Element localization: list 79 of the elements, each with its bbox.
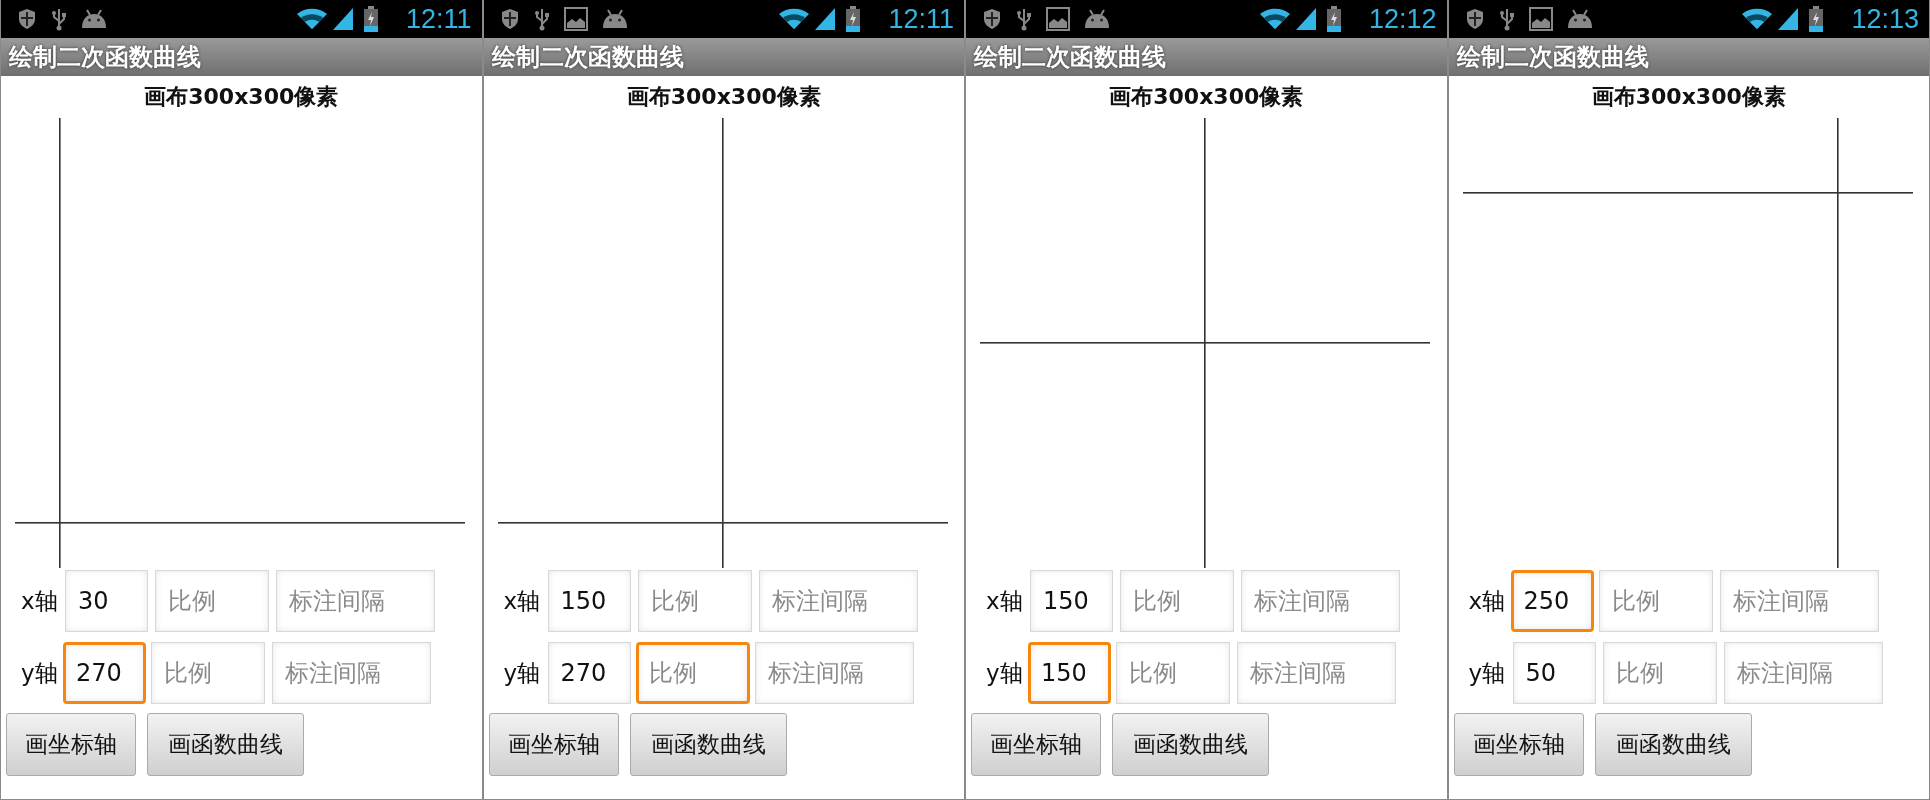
shield-icon — [982, 8, 1002, 30]
clock-time: 12:11 — [405, 3, 472, 35]
signal-icon — [814, 7, 837, 31]
android-icon — [81, 9, 107, 29]
android-icon — [1566, 9, 1593, 29]
input-field[interactable]: 标注间隔 — [1241, 570, 1400, 632]
input-field[interactable]: 50 — [1512, 642, 1596, 704]
usb-icon — [533, 7, 550, 31]
input-field[interactable]: 标注间隔 — [754, 642, 914, 704]
signal-icon — [1294, 7, 1317, 31]
clock-time: 12:11 — [888, 3, 954, 35]
axis-label: x轴 — [20, 586, 59, 616]
wifi-icon — [1258, 8, 1291, 30]
input-field[interactable]: 250 — [1510, 570, 1594, 632]
input-field[interactable]: 比例 — [151, 642, 265, 704]
wifi-icon — [778, 8, 811, 30]
draw-axes-button[interactable]: 画坐标轴 — [488, 713, 619, 776]
canvas-label: 画布300x300像素 — [1591, 83, 1786, 111]
input-field[interactable]: 比例 — [637, 570, 752, 632]
title-bar: 绘制二次函数曲线 — [483, 38, 964, 76]
shield-icon — [1464, 8, 1485, 30]
input-field[interactable]: 标注间隔 — [272, 642, 431, 704]
battery-icon — [846, 6, 861, 32]
usb-icon — [51, 7, 67, 31]
title-bar: 绘制二次函数曲线 — [966, 38, 1447, 76]
draw-curve-button[interactable]: 画函数曲线 — [147, 713, 304, 776]
input-field[interactable]: 标注间隔 — [1237, 642, 1396, 704]
signal-icon — [1777, 7, 1800, 31]
axis-label: y轴 — [20, 658, 59, 688]
input-field[interactable]: 比例 — [1116, 642, 1230, 704]
android-icon — [601, 9, 628, 29]
input-field[interactable]: 270 — [547, 642, 631, 704]
axis-label: x轴 — [502, 586, 542, 616]
wifi-icon — [1741, 8, 1774, 30]
input-field[interactable]: 比例 — [155, 570, 269, 632]
usb-icon — [1016, 7, 1032, 31]
input-field[interactable]: 标注间隔 — [276, 570, 435, 632]
battery-icon — [1326, 6, 1341, 32]
axis-label: y轴 — [985, 658, 1024, 688]
input-field[interactable]: 30 — [65, 570, 148, 632]
axis-label: y轴 — [1467, 658, 1507, 688]
canvas-label: 画布300x300像素 — [144, 83, 339, 111]
android-icon — [1084, 9, 1110, 29]
canvas-label: 画布300x300像素 — [626, 83, 821, 111]
input-field[interactable]: 比例 — [635, 642, 750, 704]
battery-icon — [363, 6, 378, 32]
axis-label: y轴 — [502, 658, 542, 688]
clock-time: 12:13 — [1851, 3, 1919, 35]
picture-icon — [1528, 7, 1553, 31]
input-field[interactable]: 标注间隔 — [758, 570, 918, 632]
input-field[interactable]: 150 — [547, 570, 631, 632]
usb-icon — [1498, 7, 1515, 31]
input-field[interactable]: 150 — [1028, 642, 1111, 704]
axis-label: x轴 — [985, 586, 1024, 616]
input-field[interactable]: 标注间隔 — [1719, 570, 1879, 632]
input-field[interactable]: 270 — [63, 642, 146, 704]
draw-curve-button[interactable]: 画函数曲线 — [1112, 713, 1269, 776]
draw-curve-button[interactable]: 画函数曲线 — [629, 713, 787, 776]
shield-icon — [499, 8, 520, 30]
draw-axes-button[interactable]: 画坐标轴 — [6, 713, 136, 776]
battery-icon — [1809, 6, 1824, 32]
input-field[interactable]: 150 — [1030, 570, 1113, 632]
title-bar: 绘制二次函数曲线 — [1448, 38, 1929, 76]
input-field[interactable]: 标注间隔 — [1723, 642, 1883, 704]
signal-icon — [331, 7, 354, 31]
draw-axes-button[interactable]: 画坐标轴 — [971, 713, 1101, 776]
picture-icon — [1046, 7, 1070, 31]
input-field[interactable]: 比例 — [1598, 570, 1713, 632]
input-field[interactable]: 比例 — [1602, 642, 1717, 704]
clock-time: 12:12 — [1368, 3, 1437, 35]
title-bar: 绘制二次函数曲线 — [1, 38, 482, 76]
input-field[interactable]: 比例 — [1120, 570, 1234, 632]
picture-icon — [563, 7, 588, 31]
wifi-icon — [295, 8, 328, 30]
canvas-label: 画布300x300像素 — [1109, 83, 1304, 111]
shield-icon — [17, 8, 37, 30]
draw-curve-button[interactable]: 画函数曲线 — [1594, 713, 1752, 776]
axis-label: x轴 — [1467, 586, 1507, 616]
draw-axes-button[interactable]: 画坐标轴 — [1453, 713, 1584, 776]
